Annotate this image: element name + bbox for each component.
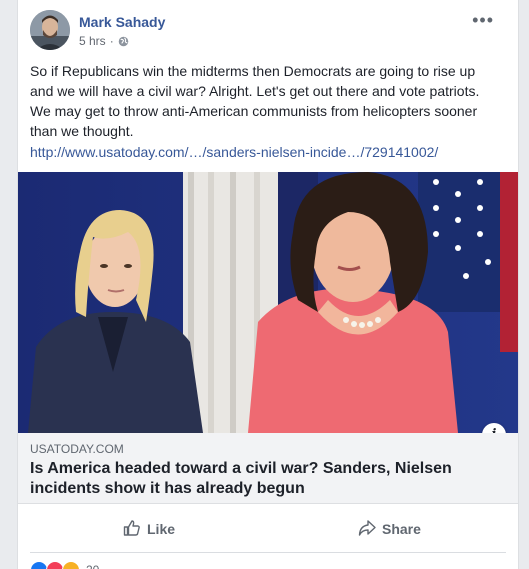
share-arrow-icon [358, 519, 376, 540]
divider [30, 552, 506, 553]
globe-icon [118, 36, 129, 47]
author-name[interactable]: Mark Sahady [79, 14, 165, 30]
post-header: Mark Sahady 5 hrs · ••• [30, 10, 500, 54]
share-button[interactable]: Share [358, 513, 421, 545]
action-bar: Like Share [18, 513, 518, 545]
share-label: Share [382, 521, 421, 537]
meta-separator: · [109, 34, 114, 48]
link-source: USATODAY.COM [30, 442, 124, 456]
post-time[interactable]: 5 hrs [79, 34, 106, 48]
post-link[interactable]: http://www.usatoday.com/…/sanders-nielse… [30, 144, 438, 160]
link-headline[interactable]: Is America headed toward a civil war? Sa… [30, 459, 470, 499]
post-card: Mark Sahady 5 hrs · ••• So if Republican… [17, 0, 519, 569]
like-button[interactable]: Like [123, 513, 175, 545]
like-label: Like [147, 521, 176, 537]
link-preview-image[interactable]: i [18, 172, 518, 433]
thumbs-up-icon [123, 519, 141, 540]
more-options-icon[interactable]: ••• [472, 11, 494, 29]
avatar[interactable] [30, 10, 70, 50]
haha-reaction-icon [62, 561, 80, 569]
post-meta: 5 hrs · [79, 34, 129, 48]
post-text: So if Republicans win the midterms then … [30, 63, 480, 139]
link-caption[interactable]: USATODAY.COM Is America headed toward a … [18, 433, 518, 504]
reaction-summary[interactable]: 20 [30, 561, 99, 569]
reaction-count: 20 [86, 563, 99, 569]
